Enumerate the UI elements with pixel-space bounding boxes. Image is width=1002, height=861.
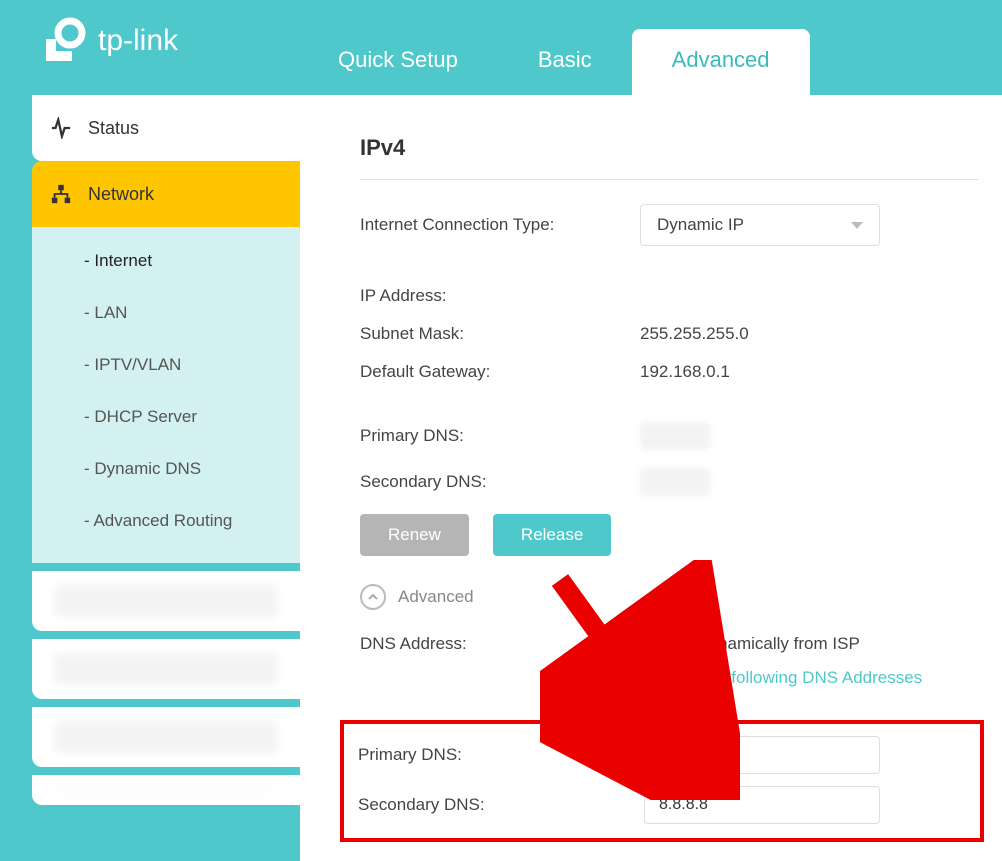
connection-type-label: Internet Connection Type:	[360, 215, 640, 235]
radio-dns-isp[interactable]: Get dynamically from ISP	[640, 634, 922, 654]
primary-dns-input[interactable]	[644, 736, 880, 774]
collapse-up-icon	[360, 584, 386, 610]
row-gateway: Default Gateway: 192.168.0.1	[360, 362, 978, 382]
tp-link-logo-icon	[40, 17, 88, 65]
brand-logo: tp-link	[40, 17, 178, 95]
sidebar-sub-lan[interactable]: - LAN	[32, 287, 300, 339]
advanced-toggle-label: Advanced	[398, 587, 474, 607]
radio-icon	[640, 669, 658, 687]
sidebar-sub-ddns[interactable]: - Dynamic DNS	[32, 443, 300, 495]
sidebar-item-redacted[interactable]	[32, 571, 300, 631]
sidebar-sub-internet[interactable]: - Internet	[32, 235, 300, 287]
advanced-toggle[interactable]: Advanced	[360, 584, 978, 610]
row-dns-address: DNS Address: Get dynamically from ISP Us…	[360, 634, 978, 702]
tabs: Quick Setup Basic Advanced	[298, 29, 810, 95]
sidebar-item-label: Network	[88, 184, 154, 205]
sidebar-item-network[interactable]: Network	[32, 161, 300, 227]
main: Status Network - Internet - LAN - IPTV/V…	[0, 95, 1002, 861]
radio-label: Get dynamically from ISP	[668, 634, 860, 654]
sidebar-item-redacted[interactable]	[32, 775, 300, 805]
brand-text: tp-link	[98, 24, 178, 58]
sidebar-item-status[interactable]: Status	[32, 95, 300, 161]
tab-quick-setup[interactable]: Quick Setup	[298, 29, 498, 95]
tab-basic[interactable]: Basic	[498, 29, 632, 95]
row-connection-type: Internet Connection Type: Dynamic IP	[360, 204, 978, 246]
section-title: IPv4	[360, 135, 978, 180]
row-secondary-dns-ro: Secondary DNS:	[360, 468, 978, 496]
sidebar-sub-iptv[interactable]: - IPTV/VLAN	[32, 339, 300, 391]
release-button[interactable]: Release	[493, 514, 611, 556]
renew-button[interactable]: Renew	[360, 514, 469, 556]
secondary-dns-input[interactable]	[644, 786, 880, 824]
radio-icon	[640, 635, 658, 653]
secondary-dns-input-label: Secondary DNS:	[358, 795, 644, 815]
select-value: Dynamic IP	[657, 215, 744, 235]
radio-dns-custom[interactable]: Use the following DNS Addresses	[640, 668, 922, 688]
tab-advanced[interactable]: Advanced	[632, 29, 810, 95]
row-secondary-dns-input: Secondary DNS:	[358, 786, 972, 824]
ip-address-label: IP Address:	[360, 286, 640, 306]
secondary-dns-label: Secondary DNS:	[360, 472, 640, 492]
radio-label: Use the following DNS Addresses	[668, 668, 922, 688]
primary-dns-value-redacted	[640, 422, 710, 450]
sidebar: Status Network - Internet - LAN - IPTV/V…	[0, 95, 300, 861]
content-panel: IPv4 Internet Connection Type: Dynamic I…	[300, 95, 1002, 861]
sidebar-item-redacted[interactable]	[32, 707, 300, 767]
chevron-down-icon	[851, 222, 863, 229]
gateway-label: Default Gateway:	[360, 362, 640, 382]
dns-address-label: DNS Address:	[360, 634, 640, 654]
subnet-value: 255.255.255.0	[640, 324, 749, 344]
button-row: Renew Release	[360, 514, 978, 556]
row-primary-dns-input: Primary DNS:	[358, 736, 972, 774]
sidebar-sub-routing[interactable]: - Advanced Routing	[32, 495, 300, 547]
dns-radio-group: Get dynamically from ISP Use the followi…	[640, 634, 922, 702]
row-primary-dns-ro: Primary DNS:	[360, 422, 978, 450]
subnet-label: Subnet Mask:	[360, 324, 640, 344]
row-subnet: Subnet Mask: 255.255.255.0	[360, 324, 978, 344]
connection-type-select[interactable]: Dynamic IP	[640, 204, 880, 246]
activity-icon	[50, 117, 72, 139]
primary-dns-input-label: Primary DNS:	[358, 745, 644, 765]
secondary-dns-value-redacted	[640, 468, 710, 496]
sidebar-sub-dhcp[interactable]: - DHCP Server	[32, 391, 300, 443]
network-icon	[50, 183, 72, 205]
header: tp-link Quick Setup Basic Advanced	[0, 0, 1002, 95]
row-ip-address: IP Address:	[360, 286, 978, 306]
sidebar-item-redacted[interactable]	[32, 639, 300, 699]
sidebar-item-label: Status	[88, 118, 139, 139]
gateway-value: 192.168.0.1	[640, 362, 730, 382]
sidebar-submenu: - Internet - LAN - IPTV/VLAN - DHCP Serv…	[32, 227, 300, 563]
primary-dns-label: Primary DNS:	[360, 426, 640, 446]
dns-highlight-box: Primary DNS: Secondary DNS:	[340, 720, 984, 842]
